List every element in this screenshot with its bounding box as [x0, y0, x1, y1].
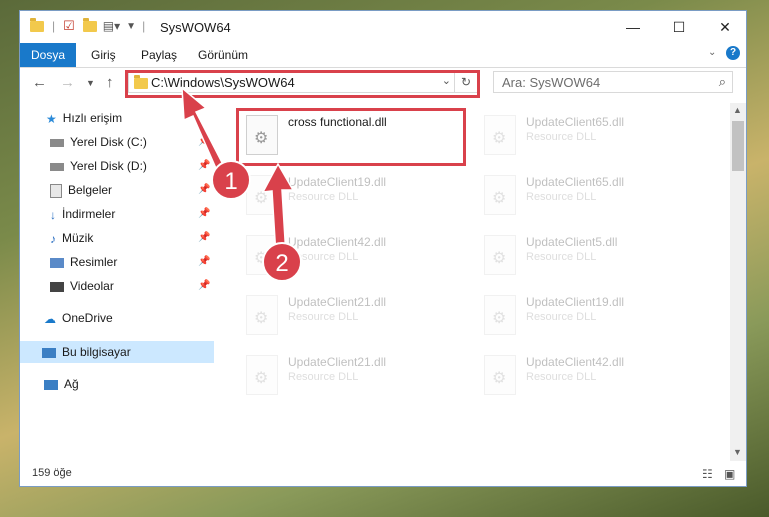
step-2-badge: 2	[262, 242, 302, 282]
step-1-badge: 1	[211, 160, 251, 200]
annotation-arrows	[181, 86, 295, 257]
